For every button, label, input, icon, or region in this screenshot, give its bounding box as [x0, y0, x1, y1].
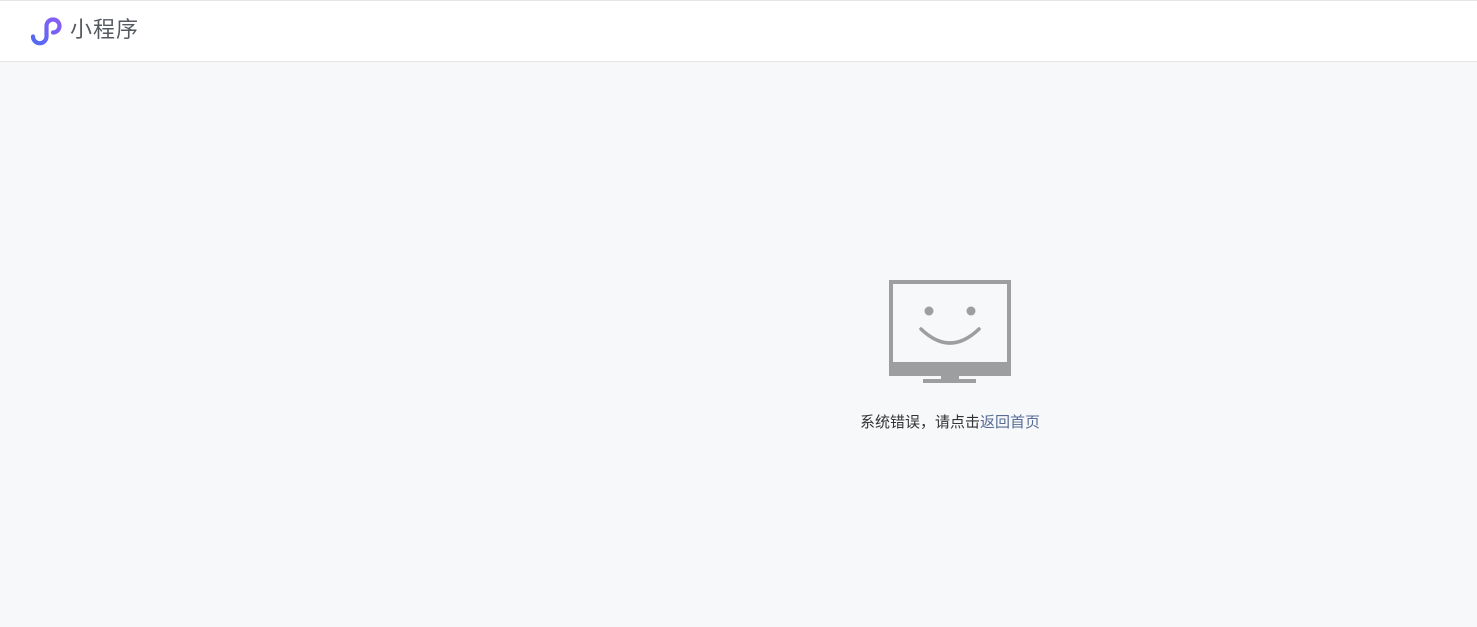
error-panel: 系统错误，请点击返回首页	[850, 279, 1050, 431]
page: 小程序 系统错误，请点击返回首页	[0, 0, 1477, 627]
top-bar: 小程序	[0, 0, 1477, 62]
mini-program-logo-icon	[30, 17, 62, 46]
back-home-link[interactable]: 返回首页	[980, 413, 1040, 431]
error-message-text: 系统错误，请点击	[859, 413, 980, 431]
error-message: 系统错误，请点击返回首页	[860, 413, 1040, 431]
main-content: 系统错误，请点击返回首页	[0, 63, 1477, 627]
brand[interactable]: 小程序	[29, 16, 139, 46]
brand-label: 小程序	[70, 18, 140, 43]
smiling-monitor-icon	[889, 280, 1011, 383]
